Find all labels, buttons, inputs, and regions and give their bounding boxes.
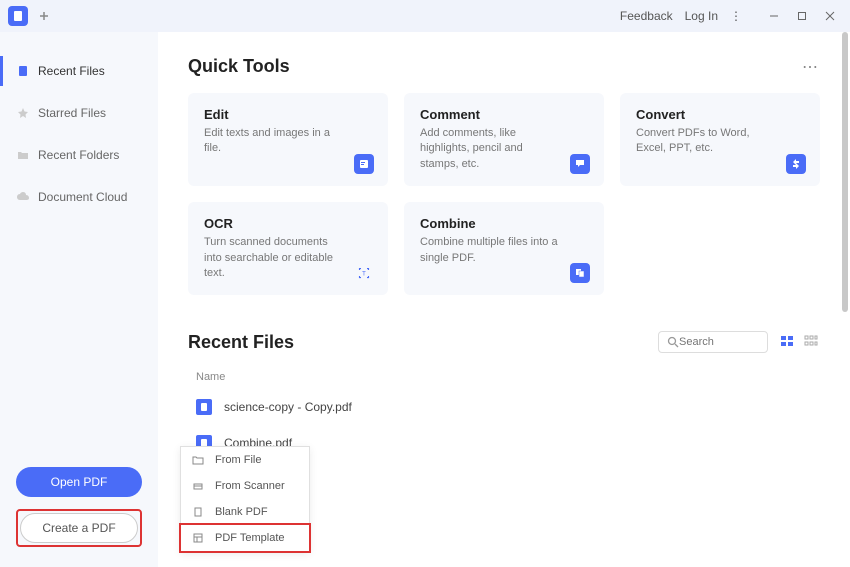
sidebar-item-recent-files[interactable]: Recent Files	[0, 56, 158, 86]
create-pdf-highlight: Create a PDF	[16, 509, 142, 547]
menu-item-pdf-template[interactable]: PDF Template	[179, 523, 311, 553]
list-view-button[interactable]	[780, 334, 796, 350]
combine-icon	[570, 263, 590, 283]
cloud-icon	[16, 190, 30, 204]
tool-title: Convert	[636, 107, 804, 122]
more-icon[interactable]: ⋯	[802, 57, 820, 77]
blank-page-icon	[191, 505, 205, 519]
template-icon	[191, 531, 205, 545]
sidebar-item-label: Recent Folders	[38, 148, 119, 162]
ocr-icon: T	[354, 263, 374, 283]
tool-title: Edit	[204, 107, 372, 122]
search-icon	[667, 336, 679, 348]
sidebar-item-label: Document Cloud	[38, 190, 127, 204]
tool-desc: Convert PDFs to Word, Excel, PPT, etc.	[636, 126, 776, 157]
menu-item-blank-pdf[interactable]: Blank PDF	[181, 499, 309, 525]
tool-desc: Turn scanned documents into searchable o…	[204, 235, 344, 281]
tool-desc: Combine multiple files into a single PDF…	[420, 235, 560, 266]
kebab-menu-icon[interactable]: ⋮	[730, 9, 742, 23]
sidebar-item-starred-files[interactable]: Starred Files	[0, 98, 158, 128]
new-tab-button[interactable]	[34, 6, 54, 26]
quick-tools-title: Quick Tools	[188, 56, 290, 77]
tool-title: OCR	[204, 216, 372, 231]
maximize-button[interactable]	[790, 4, 814, 28]
folder-icon	[191, 453, 205, 467]
titlebar: Feedback Log In ⋮	[0, 0, 850, 32]
tool-card-convert[interactable]: Convert Convert PDFs to Word, Excel, PPT…	[620, 93, 820, 186]
file-name: science-copy - Copy.pdf	[224, 400, 352, 414]
menu-item-label: Blank PDF	[215, 506, 268, 518]
pdf-file-icon	[196, 399, 212, 415]
open-pdf-button[interactable]: Open PDF	[16, 467, 142, 497]
scanner-icon	[191, 479, 205, 493]
file-row[interactable]: science-copy - Copy.pdf	[188, 389, 820, 425]
sidebar: Recent Files Starred Files Recent Folder…	[0, 32, 158, 567]
menu-item-from-file[interactable]: From File	[181, 447, 309, 473]
menu-item-label: PDF Template	[215, 532, 285, 544]
search-box[interactable]	[658, 331, 768, 353]
login-link[interactable]: Log In	[685, 9, 718, 23]
menu-item-from-scanner[interactable]: From Scanner	[181, 473, 309, 499]
tool-card-combine[interactable]: Combine Combine multiple files into a si…	[404, 202, 604, 295]
create-pdf-context-menu: From File From Scanner Blank PDF PDF Tem…	[180, 446, 310, 552]
search-input[interactable]	[679, 336, 759, 348]
minimize-button[interactable]	[762, 4, 786, 28]
convert-icon	[786, 154, 806, 174]
tool-title: Combine	[420, 216, 588, 231]
column-header-name: Name	[188, 365, 820, 389]
comment-icon	[570, 154, 590, 174]
tool-desc: Add comments, like highlights, pencil an…	[420, 126, 560, 172]
recent-files-title: Recent Files	[188, 332, 294, 353]
sidebar-item-label: Recent Files	[38, 64, 105, 78]
folder-icon	[16, 148, 30, 162]
close-button[interactable]	[818, 4, 842, 28]
tool-card-ocr[interactable]: OCR Turn scanned documents into searchab…	[188, 202, 388, 295]
tool-card-edit[interactable]: Edit Edit texts and images in a file.	[188, 93, 388, 186]
scrollbar-thumb[interactable]	[842, 32, 848, 312]
tool-desc: Edit texts and images in a file.	[204, 126, 344, 157]
scrollbar[interactable]	[842, 32, 848, 562]
sidebar-item-label: Starred Files	[38, 106, 106, 120]
tool-title: Comment	[420, 107, 588, 122]
create-pdf-button[interactable]: Create a PDF	[20, 513, 138, 543]
svg-text:T: T	[362, 272, 366, 278]
app-logo-icon	[8, 6, 28, 26]
sidebar-item-document-cloud[interactable]: Document Cloud	[0, 182, 158, 212]
menu-item-label: From File	[215, 454, 261, 466]
file-icon	[16, 64, 30, 78]
tool-card-comment[interactable]: Comment Add comments, like highlights, p…	[404, 93, 604, 186]
sidebar-item-recent-folders[interactable]: Recent Folders	[0, 140, 158, 170]
menu-item-label: From Scanner	[215, 480, 285, 492]
grid-view-button[interactable]	[804, 334, 820, 350]
feedback-link[interactable]: Feedback	[620, 9, 673, 23]
star-icon	[16, 106, 30, 120]
edit-icon	[354, 154, 374, 174]
